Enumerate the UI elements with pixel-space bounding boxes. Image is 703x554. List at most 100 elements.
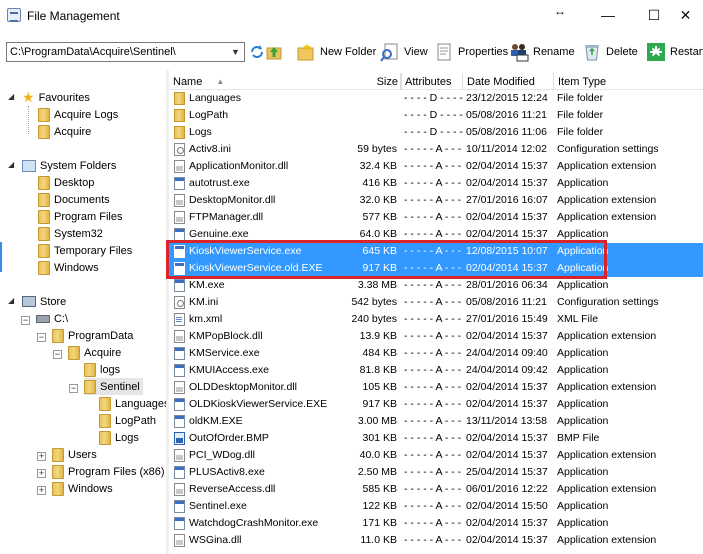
file-item-type: Application extension — [557, 194, 657, 206]
file-date-modified: 05/08/2016 11:06 — [466, 126, 547, 138]
collapse-arrow-icon[interactable]: ◢ — [8, 92, 14, 101]
properties-button[interactable]: Properties — [434, 40, 508, 64]
delete-button[interactable]: Delete — [582, 40, 638, 64]
minimize-button[interactable]: — — [585, 0, 631, 30]
file-row[interactable]: KMService.exe 484 KB - - - - - A - - - 24/0… — [169, 345, 703, 362]
tree-item-system-folders[interactable]: System Folders — [22, 157, 116, 174]
path-input[interactable] — [7, 43, 222, 61]
tree-item-windows[interactable]: Windows — [38, 259, 99, 276]
file-row[interactable]: LogPath - - - - D - - - -05/08/2016 11:21… — [169, 107, 703, 124]
tree-item-temporary-files[interactable]: Temporary Files — [38, 242, 132, 259]
tree-item-program-files[interactable]: Program Files — [38, 208, 122, 225]
collapse-toggle[interactable]: − — [53, 350, 62, 359]
collapse-toggle[interactable]: − — [69, 384, 78, 393]
file-row[interactable]: Sentinel.exe 122 KB - - - - - A - - - 02/04… — [169, 498, 703, 515]
tree-item-windows-dir[interactable]: Windows — [52, 480, 113, 497]
folder-icon — [38, 243, 50, 258]
tree-item-users[interactable]: Users — [52, 446, 97, 463]
close-button[interactable]: ✕ — [668, 0, 703, 30]
folder-icon — [52, 464, 64, 479]
file-list: Name ▲ Size Attributes Date Modified Ite… — [169, 70, 703, 554]
application-icon — [174, 177, 185, 190]
refresh-icon[interactable] — [249, 44, 265, 60]
restart-button[interactable]: Restart — [646, 40, 703, 64]
new-folder-icon — [296, 42, 316, 62]
tree-item-logs[interactable]: logs — [84, 361, 120, 378]
file-row[interactable]: oldKM.EXE 3.00 MB - - - - - A - - - 13/11/2… — [169, 413, 703, 430]
column-header-name[interactable]: Name ▲ — [169, 73, 401, 90]
file-name: DesktopMonitor.dll — [189, 194, 276, 206]
file-row[interactable]: KMPopBlock.dll 13.9 KB - - - - - A - - - 02… — [169, 328, 703, 345]
file-row[interactable]: Languages - - - - D - - - -23/12/2015 12:… — [169, 90, 703, 107]
file-row[interactable]: KM.ini 542 bytes - - - - - A - - - 05/08/20… — [169, 294, 703, 311]
column-header-item-type[interactable]: Item Type — [554, 73, 703, 90]
file-row[interactable]: DesktopMonitor.dll 32.0 KB - - - - - A - -… — [169, 192, 703, 209]
file-item-type: File folder — [557, 126, 604, 138]
column-header-size[interactable]: Size — [369, 73, 401, 90]
file-row[interactable]: PLUSActiv8.exe 2.50 MB - - - - - A - - - 25… — [169, 464, 703, 481]
tree-item-programdata[interactable]: ProgramData — [52, 327, 133, 344]
file-item-type: Application extension — [557, 211, 657, 223]
tree-item-c-drive[interactable]: C:\ — [36, 310, 68, 327]
file-row[interactable]: ReverseAccess.dll 585 KB - - - - - A - - -… — [169, 481, 703, 498]
tree-item-acquire-dir[interactable]: Acquire — [68, 344, 121, 361]
view-button[interactable]: View — [380, 40, 428, 64]
path-combo[interactable]: ▼ — [6, 42, 245, 62]
tree-item-system32[interactable]: System32 — [38, 225, 103, 242]
new-folder-button[interactable]: New Folder — [296, 40, 376, 64]
column-header-date-modified[interactable]: Date Modified — [463, 73, 554, 90]
up-folder-icon[interactable] — [266, 44, 282, 60]
file-attributes: - - - - - A - - - — [404, 398, 462, 410]
collapse-arrow-icon[interactable]: ◢ — [8, 296, 14, 305]
expand-toggle[interactable]: + — [37, 452, 46, 461]
file-row[interactable]: Logs - - - - D - - - -05/08/2016 11:06 Fil… — [169, 124, 703, 141]
file-row[interactable]: OLDDesktopMonitor.dll 105 KB - - - - - A -… — [169, 379, 703, 396]
file-row[interactable]: KMUIAccess.exe 81.8 KB - - - - - A - - - 24… — [169, 362, 703, 379]
file-attributes: - - - - - A - - - — [404, 517, 462, 529]
folder-icon — [38, 124, 50, 139]
file-name: OLDDesktopMonitor.dll — [189, 381, 297, 393]
tree-item-acquire[interactable]: Acquire — [38, 123, 91, 140]
file-row[interactable]: WSGina.dll 11.0 KB - - - - - A - - - 02/04/… — [169, 532, 703, 549]
expand-toggle[interactable]: + — [37, 469, 46, 478]
file-row[interactable]: FTPManager.dll 577 KB - - - - - A - - - 02/… — [169, 209, 703, 226]
column-header-attributes[interactable]: Attributes — [401, 73, 463, 90]
tree-item-documents[interactable]: Documents — [38, 191, 110, 208]
file-row[interactable]: ApplicationMonitor.dll 32.4 KB - - - - - A… — [169, 158, 703, 175]
collapse-arrow-icon[interactable]: ◢ — [8, 160, 14, 169]
tree-item-acquire-logs[interactable]: Acquire Logs — [38, 106, 118, 123]
tree-item-languages[interactable]: Languages — [99, 395, 169, 412]
file-date-modified: 24/04/2014 09:40 — [466, 347, 548, 359]
file-row[interactable]: KM.exe 3.38 MB - - - - - A - - - 28/01/2016… — [169, 277, 703, 294]
resize-icon[interactable]: ↔ — [554, 4, 566, 18]
file-size: 59 bytes — [357, 143, 397, 155]
file-name: KMUIAccess.exe — [189, 364, 269, 376]
file-item-type: Application — [557, 177, 609, 189]
tree-item-sentinel[interactable]: Sentinel — [84, 378, 143, 395]
tree-item-program-files-x86[interactable]: Program Files (x86) — [52, 463, 165, 480]
file-attributes: - - - - - A - - - — [404, 177, 462, 189]
tree-item-store[interactable]: Store — [22, 293, 66, 310]
collapse-toggle[interactable]: − — [21, 316, 30, 325]
file-size: 105 KB — [362, 381, 397, 393]
column-header-label: Attributes — [405, 75, 452, 88]
file-row[interactable]: autotrust.exe 416 KB - - - - - A - - - 02/0… — [169, 175, 703, 192]
file-row[interactable]: PCI_WDog.dll 40.0 KB - - - - - A - - - 02/0… — [169, 447, 703, 464]
file-attributes: - - - - - A - - - — [404, 194, 462, 206]
file-row[interactable]: OLDKioskViewerService.EXE 917 KB - - - - -… — [169, 396, 703, 413]
toolbar: ▼ New Folder View Properties Rename — [0, 36, 703, 68]
tree-item-desktop[interactable]: Desktop — [38, 174, 94, 191]
file-row[interactable]: Activ8.ini 59 bytes - - - - - A - - - 10/11… — [169, 141, 703, 158]
tree-item-logpath[interactable]: LogPath — [99, 412, 156, 429]
tree-item-logs-sub[interactable]: Logs — [99, 429, 139, 446]
collapse-toggle[interactable]: − — [37, 333, 46, 342]
file-row[interactable]: WatchdogCrashMonitor.exe 171 KB - - - - - … — [169, 515, 703, 532]
expand-toggle[interactable]: + — [37, 486, 46, 495]
chevron-down-icon[interactable]: ▼ — [227, 43, 244, 61]
dll-file-icon — [174, 534, 185, 547]
file-name: Sentinel.exe — [189, 500, 247, 512]
rename-button[interactable]: Rename — [509, 40, 575, 64]
tree-item-favourites[interactable]: ★ Favourites — [22, 89, 90, 106]
file-row[interactable]: OutOfOrder.BMP 301 KB - - - - - A - - - 02/… — [169, 430, 703, 447]
file-row[interactable]: km.xml 240 bytes - - - - - A - - - 27/01/20… — [169, 311, 703, 328]
